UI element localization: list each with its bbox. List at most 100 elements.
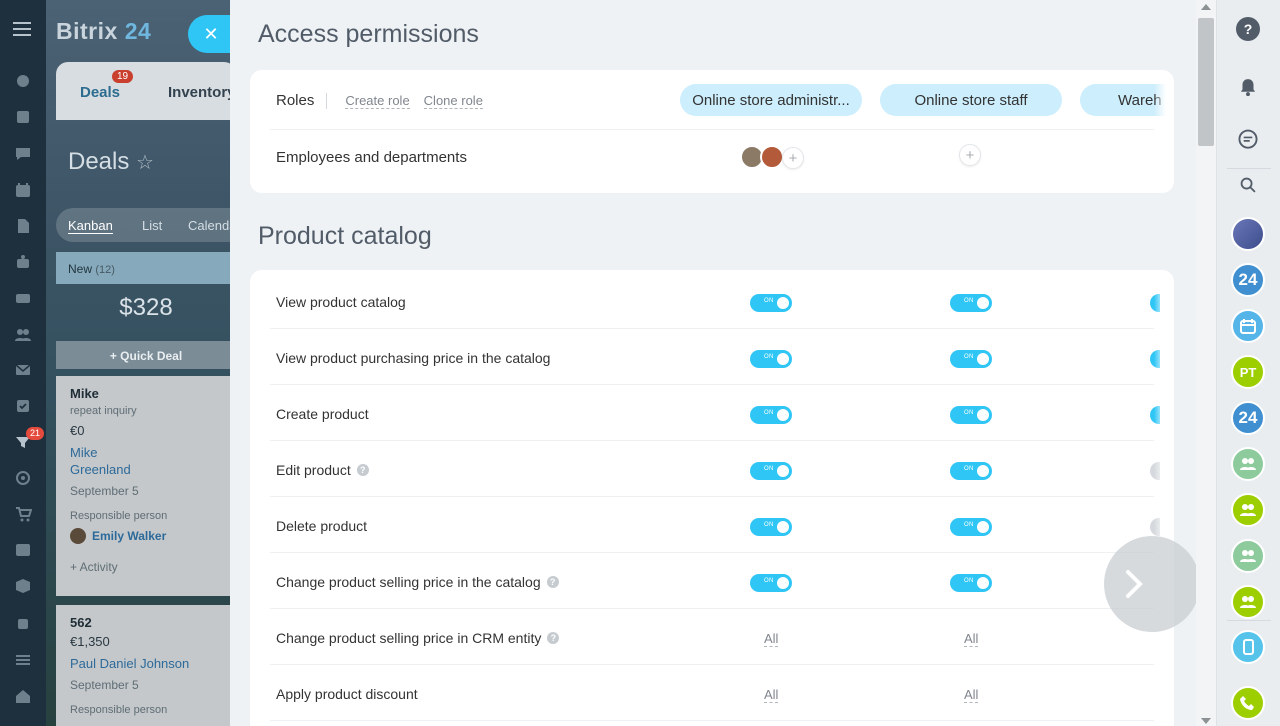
deal-sum: €1,350 <box>70 634 110 649</box>
scroll-fade <box>1154 270 1174 726</box>
group-chat-icon[interactable] <box>1231 493 1265 527</box>
permission-toggle[interactable]: ON <box>950 350 992 368</box>
permission-toggle[interactable]: ON <box>750 350 792 368</box>
group-chat-icon[interactable] <box>1231 539 1265 573</box>
avatar[interactable] <box>760 145 784 169</box>
chat-icon[interactable] <box>12 143 34 165</box>
permission-row: Change product selling price in CRM enti… <box>270 609 1154 665</box>
tab-deals[interactable]: Deals <box>80 84 120 101</box>
group-chat-icon[interactable] <box>1231 447 1265 481</box>
contact-card-icon[interactable] <box>12 539 34 561</box>
deal-card[interactable]: Mike repeat inquiry €0 Mike Greenland Se… <box>56 376 230 596</box>
tab-list[interactable]: List <box>142 218 162 233</box>
deal-title[interactable]: Mike <box>70 386 222 401</box>
bitrix24-chat-icon[interactable]: 24 <box>1231 401 1265 435</box>
permission-label: Change product selling price in CRM enti… <box>276 630 560 646</box>
scroll-up-icon[interactable] <box>1201 4 1211 10</box>
help-icon[interactable]: ? <box>547 632 560 644</box>
robot-icon[interactable] <box>12 251 34 273</box>
search-icon[interactable] <box>1234 171 1262 199</box>
role-online-store-staff[interactable]: Online store staff <box>880 84 1062 116</box>
menu-icon[interactable] <box>13 22 31 36</box>
permission-toggle[interactable]: ON <box>950 574 992 592</box>
permission-toggle[interactable]: ON <box>750 462 792 480</box>
right-sidebar: ? 24 PT 24 <box>1216 0 1280 726</box>
permission-toggle[interactable]: ON <box>950 294 992 312</box>
permission-row: View product purchasing price in the cat… <box>270 329 1160 385</box>
home-icon[interactable] <box>12 685 34 707</box>
tab-inventory[interactable]: Inventory <box>168 84 230 101</box>
quick-deal-button[interactable]: + Quick Deal <box>56 341 230 369</box>
permission-toggle[interactable]: ON <box>950 406 992 424</box>
stage-header: New (12) <box>56 252 230 284</box>
create-role-link[interactable]: Create role <box>345 93 410 109</box>
crm-funnel-icon[interactable]: 21 <box>12 427 45 453</box>
mobile-app-icon[interactable] <box>1231 630 1265 664</box>
tasks-icon[interactable] <box>12 106 34 128</box>
deal-sum: €0 <box>70 423 85 438</box>
box-icon[interactable] <box>12 575 34 597</box>
help-icon[interactable]: ? <box>546 576 559 588</box>
phone-icon[interactable] <box>1231 686 1265 720</box>
scroll-right-button[interactable] <box>1104 536 1200 632</box>
checklist-icon[interactable] <box>12 395 34 417</box>
cart-icon[interactable] <box>12 503 34 525</box>
divider <box>326 92 328 109</box>
permission-toggle[interactable]: ON <box>950 462 992 480</box>
employees-icon[interactable] <box>12 323 34 345</box>
user-initials-avatar[interactable]: PT <box>1231 355 1265 389</box>
tab-kanban[interactable]: Kanban <box>68 218 113 234</box>
permission-label: Delete product <box>276 518 368 534</box>
add-activity-button[interactable]: + Activity <box>70 560 222 574</box>
video-icon[interactable] <box>12 613 34 635</box>
feed-icon[interactable] <box>12 70 34 92</box>
deals-page-title: Deals <box>68 148 130 175</box>
permission-toggle[interactable]: ON <box>950 518 992 536</box>
deal-title[interactable]: 562 <box>70 615 222 630</box>
help-icon[interactable]: ? <box>1234 15 1262 43</box>
add-employee-button[interactable]: + <box>782 147 804 169</box>
svg-text:?: ? <box>1244 21 1253 37</box>
settings-sliders-icon[interactable] <box>12 649 34 671</box>
permission-value-dropdown[interactable]: All <box>764 631 779 647</box>
clone-role-link[interactable]: Clone role <box>423 93 483 109</box>
scrollbar-thumb[interactable] <box>1198 18 1214 146</box>
star-icon[interactable]: ☆ <box>136 150 154 175</box>
help-icon[interactable]: ? <box>356 464 369 476</box>
calendar-chat-icon[interactable] <box>1231 309 1265 343</box>
permission-toggle[interactable]: ON <box>750 406 792 424</box>
role-online-store-administrator[interactable]: Online store administr... <box>680 84 862 116</box>
permission-toggle[interactable]: ON <box>750 574 792 592</box>
stage-name: New <box>68 262 93 276</box>
permission-value-dropdown[interactable]: All <box>964 687 979 703</box>
permission-value-dropdown[interactable]: All <box>964 631 979 647</box>
drive-icon[interactable] <box>12 287 34 309</box>
chevron-right-icon <box>1126 570 1143 598</box>
messages-icon[interactable] <box>1234 126 1262 154</box>
permission-label: Edit product? <box>276 462 369 478</box>
mail-icon[interactable] <box>12 359 34 381</box>
bitrix24-chat-icon[interactable]: 24 <box>1231 263 1265 297</box>
vertical-scrollbar[interactable] <box>1196 0 1216 726</box>
plus-icon: + <box>788 149 798 167</box>
avatar[interactable] <box>1231 217 1265 251</box>
deal-contact-link[interactable]: Mike Greenland <box>70 444 150 478</box>
permission-value-dropdown[interactable]: All <box>764 687 779 703</box>
document-icon[interactable] <box>12 215 34 237</box>
close-slider-button[interactable]: ✕ <box>188 15 230 53</box>
target-icon[interactable] <box>12 467 34 489</box>
add-employee-button[interactable]: + <box>959 144 981 166</box>
permission-toggle[interactable]: ON <box>750 518 792 536</box>
calendar-icon[interactable] <box>12 179 34 201</box>
tab-calendar[interactable]: Calendar <box>188 218 230 233</box>
scroll-down-icon[interactable] <box>1201 718 1211 724</box>
deal-card[interactable]: 562 €1,350 Paul Daniel Johnson September… <box>56 605 230 726</box>
permission-toggle[interactable]: ON <box>750 294 792 312</box>
deal-subtitle: repeat inquiry <box>70 405 137 417</box>
stage-count: (12) <box>95 264 115 276</box>
responsible-user[interactable]: Emily Walker <box>70 528 222 544</box>
deals-badge: 19 <box>112 70 134 83</box>
group-chat-icon[interactable] <box>1231 585 1265 619</box>
deal-contact-link[interactable]: Paul Daniel Johnson <box>70 655 222 672</box>
bell-icon[interactable] <box>1234 73 1262 101</box>
